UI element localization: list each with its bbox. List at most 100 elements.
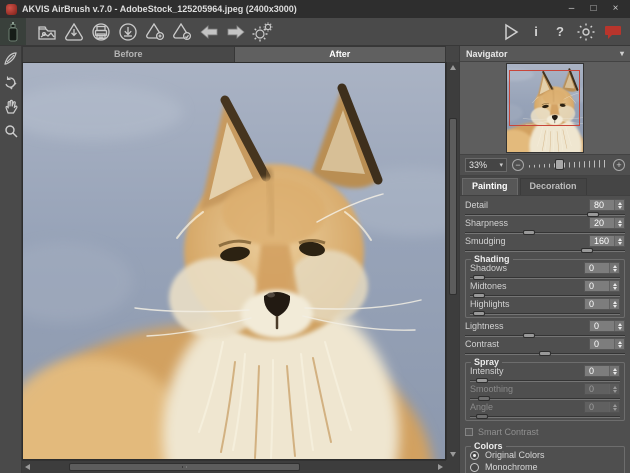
- zoom-out-button[interactable]: −: [512, 159, 524, 171]
- minimize-button[interactable]: –: [563, 1, 580, 17]
- param-value-field[interactable]: 0: [584, 262, 620, 274]
- save-image-button[interactable]: [60, 20, 87, 44]
- spin-down-icon[interactable]: [618, 242, 622, 245]
- spin-down-icon[interactable]: [613, 372, 617, 375]
- spinner[interactable]: [614, 339, 624, 349]
- param-slider[interactable]: [470, 311, 620, 316]
- spin-up-icon[interactable]: [613, 368, 617, 371]
- navigator-collapse-icon[interactable]: ▾: [620, 49, 624, 58]
- param-value-field[interactable]: 20: [589, 217, 625, 229]
- main-toolbar: i ?: [0, 18, 630, 46]
- tab-before[interactable]: Before: [23, 47, 234, 62]
- navigator-thumbnail[interactable]: [507, 64, 583, 152]
- param-slider[interactable]: [465, 248, 625, 253]
- param-value-field[interactable]: 0: [584, 298, 620, 310]
- open-image-button[interactable]: [33, 20, 60, 44]
- scroll-up-arrow[interactable]: [450, 65, 456, 70]
- history-brush-icon[interactable]: [1, 73, 21, 92]
- param-slider[interactable]: [465, 351, 625, 356]
- close-button[interactable]: ×: [607, 1, 624, 17]
- param-shadows: Shadows 0: [470, 262, 620, 280]
- param-value-field[interactable]: 0: [584, 280, 620, 292]
- undo-button[interactable]: [195, 20, 222, 44]
- param-value-field[interactable]: 80: [589, 199, 625, 211]
- spin-down-icon[interactable]: [618, 224, 622, 227]
- right-panel: Navigator ▾ 33% ▾ − + Painting Decoratio…: [459, 46, 630, 473]
- slider-handle[interactable]: [581, 248, 593, 253]
- share-button[interactable]: [141, 20, 168, 44]
- spin-down-icon[interactable]: [613, 305, 617, 308]
- radio-monochrome[interactable]: Monochrome: [470, 461, 620, 473]
- quick-preview-icon[interactable]: [1, 49, 21, 68]
- param-label: Smoothing: [470, 384, 584, 394]
- slider-handle[interactable]: [539, 351, 551, 356]
- navigator-view-frame[interactable]: [509, 70, 580, 126]
- spinner[interactable]: [609, 366, 619, 376]
- slider-handle[interactable]: [473, 311, 485, 316]
- tab-after[interactable]: After: [235, 47, 446, 62]
- zoom-tool-icon[interactable]: [1, 121, 21, 140]
- feedback-icon[interactable]: [599, 20, 626, 44]
- spin-up-icon[interactable]: [618, 220, 622, 223]
- param-value-field[interactable]: 0: [589, 338, 625, 350]
- spin-down-icon: [613, 390, 617, 393]
- batch-processing-button[interactable]: [249, 20, 276, 44]
- vertical-scroll-thumb[interactable]: [449, 118, 457, 295]
- smart-contrast-checkbox[interactable]: [465, 428, 473, 436]
- spin-up-icon[interactable]: [618, 323, 622, 326]
- spinner[interactable]: [614, 200, 624, 210]
- horizontal-scroll-thumb[interactable]: [69, 463, 300, 471]
- radio-icon[interactable]: [470, 463, 479, 472]
- param-value-field[interactable]: 160: [589, 235, 625, 247]
- param-value: 0: [589, 366, 594, 376]
- vertical-scrollbar[interactable]: [446, 62, 459, 460]
- spinner: [609, 402, 619, 412]
- spin-down-icon[interactable]: [613, 269, 617, 272]
- spin-up-icon[interactable]: [618, 341, 622, 344]
- param-value-field[interactable]: 0: [589, 320, 625, 332]
- spin-down-icon[interactable]: [618, 345, 622, 348]
- spinner[interactable]: [614, 218, 624, 228]
- scroll-right-arrow[interactable]: [438, 464, 443, 470]
- maximize-button[interactable]: □: [585, 1, 602, 17]
- image-canvas[interactable]: [22, 62, 446, 460]
- param-label: Shadows: [470, 263, 584, 273]
- spin-down-icon[interactable]: [613, 287, 617, 290]
- spin-up-icon[interactable]: [618, 202, 622, 205]
- spinner[interactable]: [614, 236, 624, 246]
- tab-painting[interactable]: Painting: [462, 178, 518, 195]
- navigator-header[interactable]: Navigator ▾: [460, 46, 630, 62]
- import-button[interactable]: [114, 20, 141, 44]
- spinner[interactable]: [609, 299, 619, 309]
- scroll-down-arrow[interactable]: [450, 452, 456, 457]
- share-alt-button[interactable]: [168, 20, 195, 44]
- horizontal-scrollbar[interactable]: [22, 460, 446, 473]
- zoom-slider-handle[interactable]: [555, 159, 564, 170]
- tab-decoration[interactable]: Decoration: [520, 178, 587, 195]
- zoom-in-button[interactable]: +: [613, 159, 625, 171]
- zoom-value-dropdown[interactable]: 33% ▾: [465, 158, 507, 172]
- preferences-button[interactable]: [572, 20, 599, 44]
- spin-down-icon[interactable]: [618, 206, 622, 209]
- redo-button[interactable]: [222, 20, 249, 44]
- spinner[interactable]: [609, 281, 619, 291]
- param-highlights: Highlights 0: [470, 298, 620, 316]
- spin-up-icon[interactable]: [613, 301, 617, 304]
- help-button[interactable]: ?: [548, 24, 572, 39]
- spin-down-icon[interactable]: [618, 327, 622, 330]
- param-value-field[interactable]: 0: [584, 365, 620, 377]
- run-button[interactable]: [497, 20, 524, 44]
- zoom-slider[interactable]: [529, 159, 608, 172]
- spinner[interactable]: [609, 263, 619, 273]
- print-button[interactable]: [87, 20, 114, 44]
- hand-icon[interactable]: [1, 97, 21, 116]
- spin-up-icon[interactable]: [618, 238, 622, 241]
- param-value: 0: [594, 321, 599, 331]
- navigator-title: Navigator: [466, 49, 508, 59]
- info-button[interactable]: i: [524, 24, 548, 39]
- spin-up-icon[interactable]: [613, 283, 617, 286]
- radio-icon[interactable]: [470, 451, 479, 460]
- spinner[interactable]: [614, 321, 624, 331]
- spin-up-icon[interactable]: [613, 265, 617, 268]
- scroll-left-arrow[interactable]: [25, 464, 30, 470]
